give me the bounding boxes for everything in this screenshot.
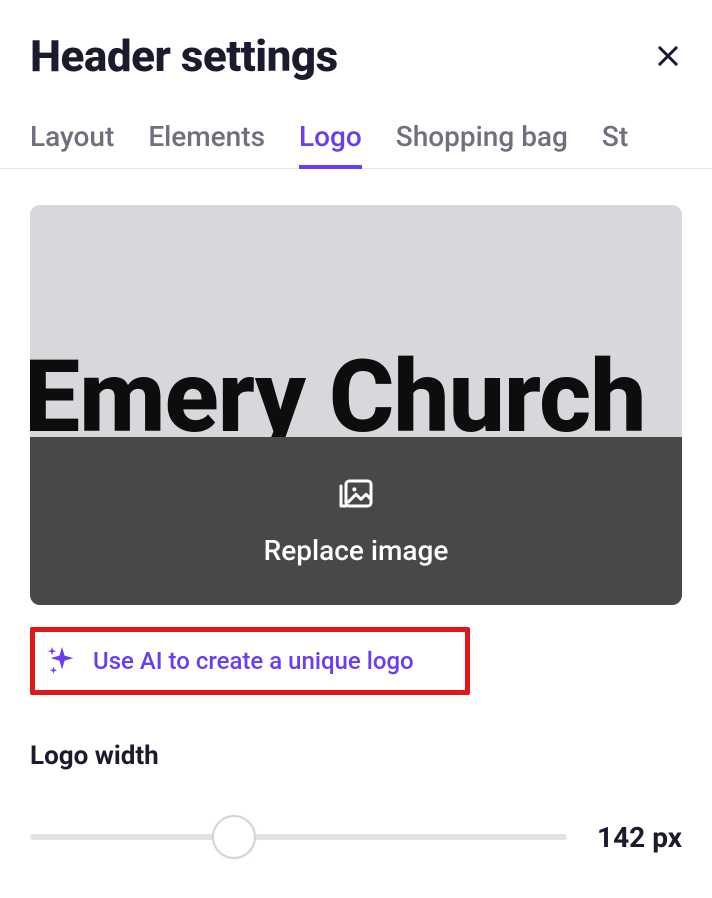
tab-more[interactable]: St xyxy=(602,120,628,169)
slider-thumb[interactable] xyxy=(212,815,256,859)
use-ai-logo-button[interactable]: Use AI to create a unique logo xyxy=(30,627,470,695)
logo-preview: Emery Church xyxy=(30,205,682,437)
tab-elements[interactable]: Elements xyxy=(148,120,265,169)
tab-logo[interactable]: Logo xyxy=(299,120,362,169)
logo-width-slider[interactable] xyxy=(30,815,567,859)
tabs: Layout Elements Logo Shopping bag St xyxy=(0,120,712,169)
tab-layout[interactable]: Layout xyxy=(30,120,114,169)
replace-image-label: Replace image xyxy=(264,534,449,567)
close-icon[interactable] xyxy=(654,42,682,70)
replace-image-button[interactable]: Replace image xyxy=(30,437,682,605)
logo-preview-card: Emery Church Replace image xyxy=(30,205,682,605)
image-stack-icon xyxy=(336,476,376,520)
panel-title: Header settings xyxy=(30,30,338,82)
logo-preview-text: Emery Church xyxy=(30,353,645,437)
slider-track xyxy=(30,834,567,840)
sparkle-icon xyxy=(45,644,79,678)
logo-width-label: Logo width xyxy=(30,741,682,771)
logo-width-value: 142 px xyxy=(597,821,682,854)
use-ai-logo-label: Use AI to create a unique logo xyxy=(93,647,414,675)
tab-shopping-bag[interactable]: Shopping bag xyxy=(396,120,568,169)
